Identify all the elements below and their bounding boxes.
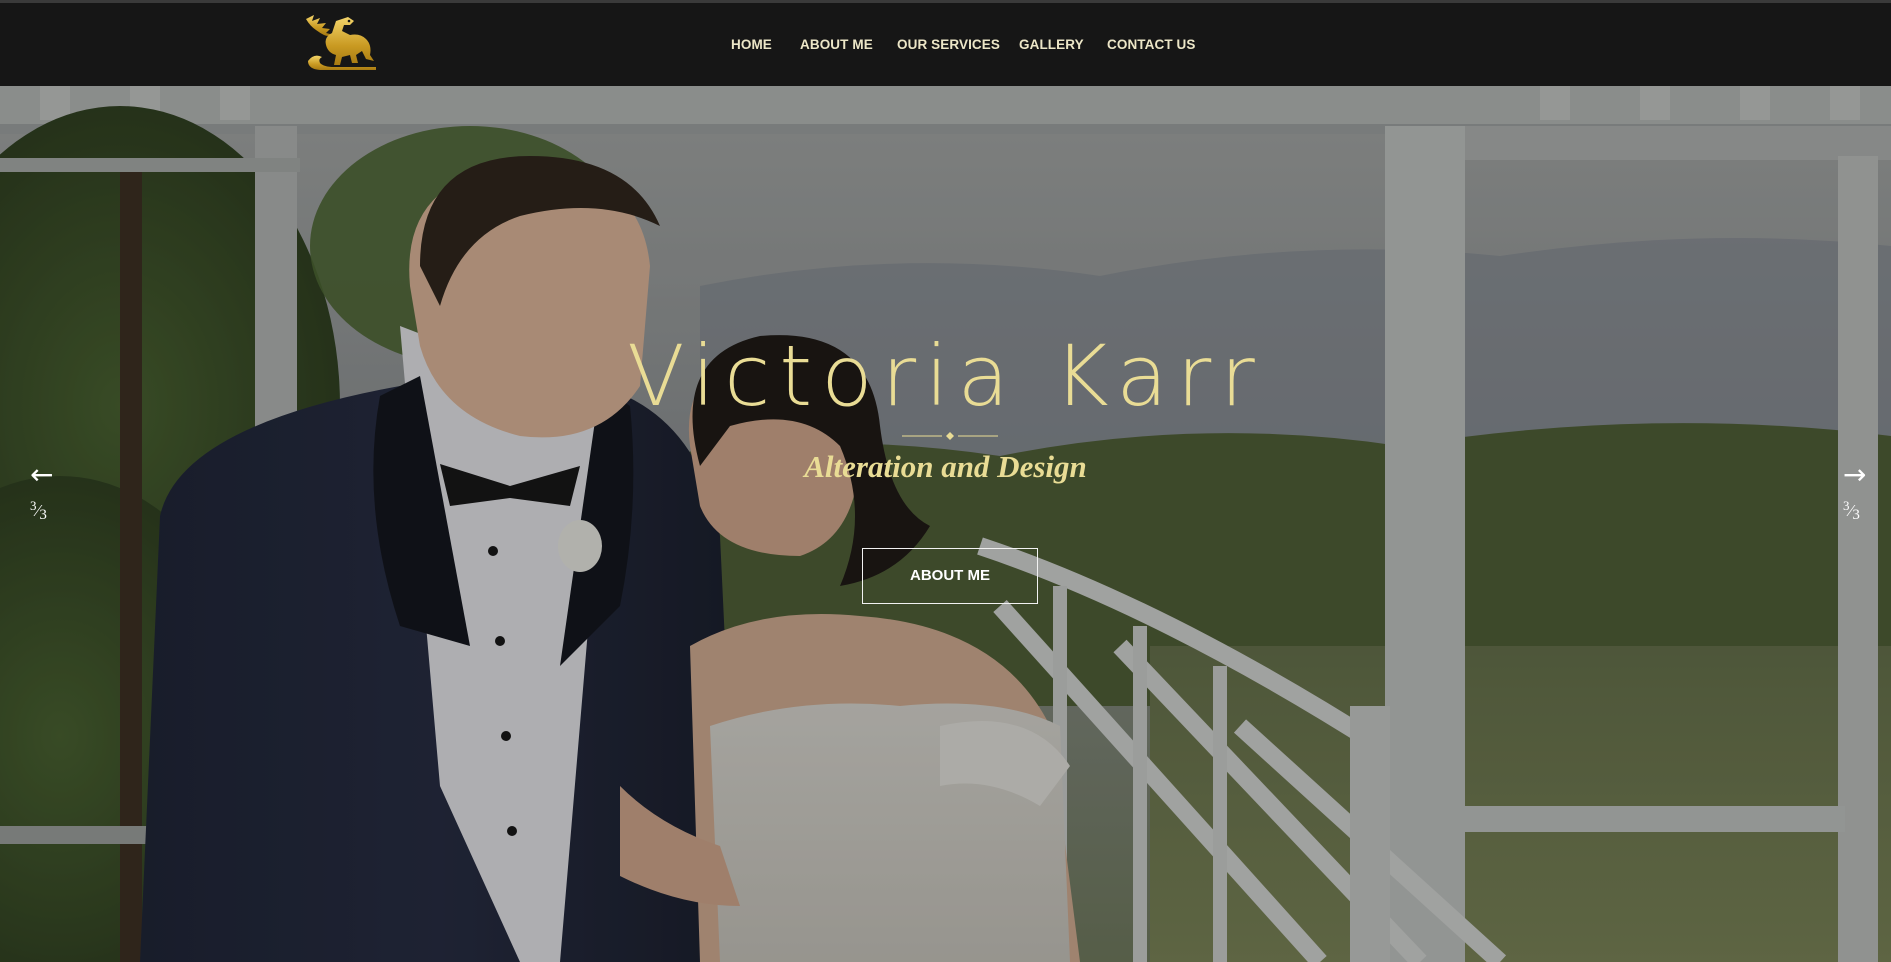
nav-item-gallery[interactable]: GALLERY	[1019, 37, 1084, 52]
about-me-button[interactable]: ABOUT ME	[862, 548, 1038, 604]
slide-total: 3	[1852, 507, 1860, 523]
nav-item-home[interactable]: HOME	[731, 37, 772, 52]
hero-dark-overlay	[0, 86, 1891, 962]
arrow-right-icon[interactable]: →	[1843, 460, 1866, 490]
nav-item-contact-us[interactable]: CONTACT US	[1107, 37, 1196, 52]
hero-subtitle: Alteration and Design	[804, 449, 1087, 484]
main-nav: HOME ABOUT ME OUR SERVICES GALLERY CONTA…	[0, 37, 1891, 57]
title-divider	[902, 432, 998, 440]
slide-counter-right: 3⁄3	[1843, 496, 1860, 525]
slide-total: 3	[39, 507, 47, 523]
nav-item-about-me[interactable]: ABOUT ME	[800, 37, 873, 52]
arrow-left-icon[interactable]: ←	[30, 460, 53, 490]
nav-item-our-services[interactable]: OUR SERVICES	[897, 37, 1000, 52]
hero-title: Victoria Karr	[627, 327, 1264, 425]
site-header: HOME ABOUT ME OUR SERVICES GALLERY CONTA…	[0, 3, 1891, 86]
hero-slider: Victoria Karr Alteration and Design ABOU…	[0, 86, 1891, 962]
slide-counter-left: 3⁄3	[30, 496, 47, 525]
